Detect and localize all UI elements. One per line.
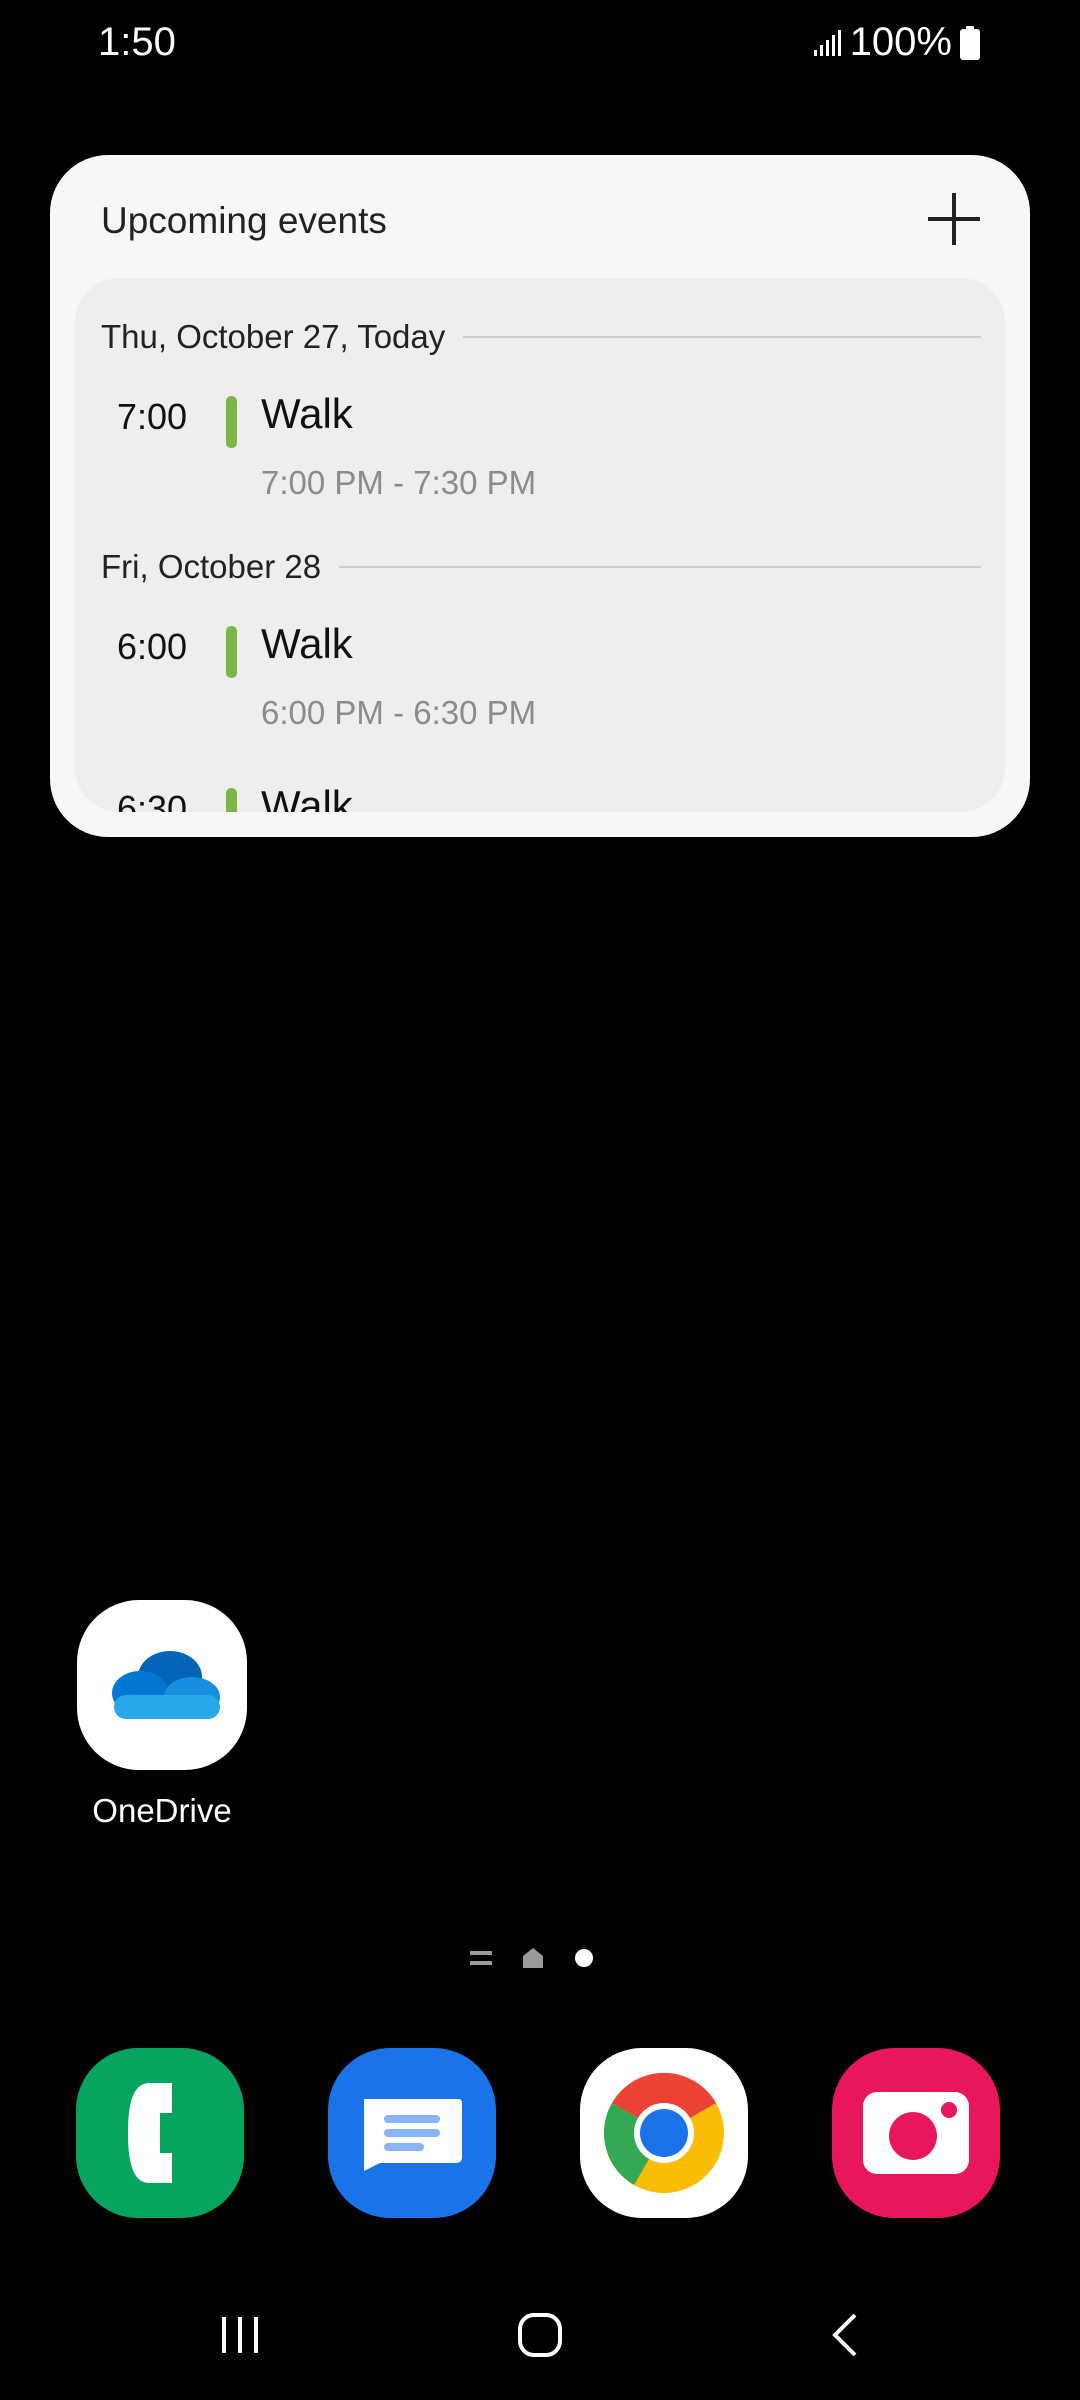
- status-time: 1:50: [98, 20, 176, 64]
- onedrive-icon[interactable]: [77, 1600, 247, 1770]
- menu-page-icon: [470, 1951, 492, 1965]
- plus-icon: [928, 193, 980, 245]
- phone-app[interactable]: [76, 2048, 244, 2218]
- home-screen: 1:50 100% Upcoming events Thu, October 2…: [0, 0, 1080, 2400]
- back-icon: [832, 2313, 857, 2357]
- add-event-button[interactable]: [918, 183, 990, 255]
- dock: [0, 2048, 1080, 2218]
- battery-icon: [960, 25, 980, 60]
- event-title: Walk: [261, 390, 353, 437]
- navigation-bar: [0, 2300, 1080, 2370]
- event-time: 6:00: [117, 626, 188, 667]
- event-title: Walk: [261, 782, 353, 812]
- cloud-icon: [112, 1651, 220, 1719]
- chrome-icon: [603, 2072, 724, 2193]
- camera-app[interactable]: [832, 2048, 1000, 2218]
- signal-icon: [813, 29, 841, 56]
- messages-icon: [364, 2099, 462, 2171]
- page-indicator[interactable]: [470, 1943, 610, 1973]
- day-header: Fri, October 28: [101, 548, 981, 586]
- divider: [339, 566, 981, 568]
- divider: [463, 336, 981, 338]
- event-title: Walk: [261, 620, 353, 667]
- event-time: 6:30: [117, 788, 188, 812]
- status-bar: 1:50 100%: [0, 0, 1080, 96]
- chrome-app[interactable]: [580, 2048, 748, 2218]
- event-time-range: 7:00 PM - 7:30 PM: [261, 464, 537, 501]
- upcoming-events-widget[interactable]: Upcoming events Thu, October 27, Today 7…: [50, 155, 1030, 837]
- app-onedrive[interactable]: OneDrive: [77, 1600, 247, 1830]
- home-icon: [518, 2313, 562, 2357]
- current-page-dot: [575, 1949, 593, 1967]
- recents-icon: [222, 2317, 258, 2353]
- battery-percent: 100%: [849, 20, 952, 64]
- event-color-bar: [226, 396, 237, 448]
- messages-app[interactable]: [328, 2048, 496, 2218]
- event-time: 7:00: [117, 396, 188, 437]
- day-label: Thu, October 27, Today: [101, 318, 446, 355]
- recents-button[interactable]: [200, 2300, 280, 2370]
- camera-icon: [863, 2092, 969, 2174]
- home-button[interactable]: [500, 2300, 580, 2370]
- home-page-icon: [523, 1948, 543, 1968]
- app-label: OneDrive: [92, 1792, 232, 1829]
- day-label: Fri, October 28: [101, 548, 322, 585]
- status-icons: 100%: [812, 20, 980, 65]
- phone-icon: [128, 2083, 172, 2183]
- event-color-bar: [226, 626, 237, 678]
- events-list[interactable]: Thu, October 27, Today 7:00 Walk 7:00 PM…: [75, 278, 1005, 812]
- widget-title: Upcoming events: [101, 200, 387, 241]
- back-button[interactable]: [805, 2300, 885, 2370]
- event-color-bar: [226, 788, 237, 812]
- day-header: Thu, October 27, Today: [101, 318, 981, 356]
- event-time-range: 6:00 PM - 6:30 PM: [261, 694, 537, 731]
